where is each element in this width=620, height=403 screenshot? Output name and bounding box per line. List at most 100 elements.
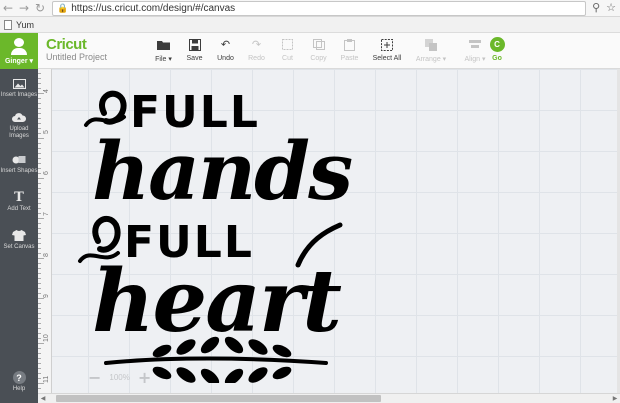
ruler-tick (38, 358, 41, 359)
ruler-tick (38, 133, 41, 134)
app-header: Ginger ▾ Cricut Untitled Project File ▾ … (0, 33, 620, 69)
ruler-tick (38, 348, 41, 349)
ruler-tick (38, 83, 41, 84)
sidebar-item-insert-shapes[interactable]: Insert Shapes (0, 145, 38, 183)
ruler-tick (38, 248, 41, 249)
ruler-tick (38, 273, 41, 274)
ruler-tick (38, 288, 41, 289)
swash-1 (84, 90, 127, 127)
select-all-button[interactable]: Select All (365, 35, 409, 67)
ruler-tick (38, 368, 41, 369)
vertical-ruler: 4 5 6 7 8 9 10 11 (38, 69, 52, 395)
user-menu-button[interactable]: Ginger ▾ (0, 33, 38, 69)
zoom-controls: − 100% + (88, 368, 151, 387)
ruler-tick (38, 173, 41, 174)
redo-arrow-icon: ↷ (251, 38, 262, 51)
ruler-tick (38, 223, 41, 224)
scrollbar-thumb[interactable] (56, 395, 381, 402)
brand: Cricut Untitled Project (46, 36, 107, 62)
ruler-tick (38, 318, 41, 319)
ruler-tick (38, 383, 44, 384)
browser-address-bar: ← → ↻ 🔒 https://us.cricut.com/design/#/c… (0, 0, 620, 17)
select-all-icon (380, 38, 394, 51)
ruler-tick (38, 373, 41, 374)
arrange-menu-button[interactable]: Arrange ▾ (409, 35, 453, 67)
cloud-upload-icon (12, 112, 26, 124)
line-heart: heart (92, 251, 341, 352)
key-icon[interactable]: ⚲ (592, 1, 600, 14)
bookmarks-bar: Yum (0, 17, 620, 33)
ruler-tick (38, 123, 41, 124)
ruler-tick (38, 353, 41, 354)
ruler-tick (38, 168, 41, 169)
ruler-tick (38, 98, 41, 99)
sidebar-item-insert-images[interactable]: Insert Images (0, 69, 38, 107)
project-name[interactable]: Untitled Project (46, 52, 107, 62)
ruler-tick (38, 333, 41, 334)
bookmark-yum[interactable]: Yum (16, 20, 34, 30)
help-icon: ? (12, 371, 26, 384)
undo-button[interactable]: ↶ Undo (210, 35, 241, 67)
design-canvas[interactable]: FULL hands FULL heart (52, 69, 620, 393)
ruler-mark-11: 11 (43, 375, 50, 383)
hand-lettered-artwork[interactable]: FULL hands FULL heart (76, 81, 376, 383)
ruler-tick (38, 243, 41, 244)
ruler-tick (38, 253, 41, 254)
go-button[interactable]: C Go (480, 35, 514, 67)
star-icon[interactable]: ☆ (606, 1, 616, 14)
copy-button[interactable]: Copy (303, 35, 334, 67)
cut-button[interactable]: Cut (272, 35, 303, 67)
ruler-tick (38, 343, 44, 344)
horizontal-scrollbar[interactable]: ◀ ▶ (38, 393, 620, 403)
url-input[interactable]: 🔒 https://us.cricut.com/design/#/canvas (52, 1, 586, 16)
user-avatar-icon (14, 37, 24, 47)
ruler-mark-6: 6 (43, 171, 50, 175)
paste-icon (343, 38, 357, 51)
forward-arrow-icon[interactable]: → (16, 0, 32, 16)
left-sidebar: Insert Images Upload Images Insert Shape… (0, 69, 38, 403)
shapes-icon (12, 154, 26, 166)
ruler-tick (38, 228, 41, 229)
sidebar-item-help[interactable]: ? Help (0, 371, 38, 401)
ruler-tick (38, 328, 41, 329)
ruler-tick (38, 93, 44, 94)
zoom-in-button[interactable]: + (138, 368, 151, 387)
sidebar-item-set-canvas[interactable]: Set Canvas (0, 221, 38, 259)
user-name: Ginger ▾ (4, 57, 34, 65)
ruler-tick (38, 208, 41, 209)
ruler-tick (38, 78, 41, 79)
cut-icon (281, 38, 295, 51)
ruler-tick (38, 313, 41, 314)
file-menu-button[interactable]: File ▾ (148, 35, 179, 67)
ruler-tick (38, 193, 41, 194)
main-toolbar: File ▾ Save ↶ Undo ↷ Redo Cut Copy Paste… (148, 35, 497, 67)
ruler-mark-9: 9 (43, 294, 50, 298)
zoom-out-button[interactable]: − (88, 368, 101, 387)
redo-button[interactable]: ↷ Redo (241, 35, 272, 67)
undo-arrow-icon: ↶ (220, 38, 231, 51)
ruler-tick (38, 163, 41, 164)
lock-icon: 🔒 (57, 3, 69, 14)
save-button[interactable]: Save (179, 35, 210, 67)
ruler-tick (38, 128, 41, 129)
ruler-tick (38, 278, 41, 279)
page-icon (4, 19, 12, 30)
ruler-tick (38, 103, 41, 104)
ruler-mark-7: 7 (43, 212, 50, 216)
ruler-tick (38, 148, 41, 149)
ruler-tick (38, 238, 41, 239)
ruler-tick (38, 198, 41, 199)
scroll-left-icon[interactable]: ◀ (38, 394, 48, 403)
paste-button[interactable]: Paste (334, 35, 365, 67)
image-icon (12, 78, 26, 90)
sidebar-item-add-text[interactable]: T Add Text (0, 183, 38, 221)
ruler-tick (38, 118, 41, 119)
reload-icon[interactable]: ↻ (32, 0, 48, 16)
sidebar-item-upload-images[interactable]: Upload Images (0, 107, 38, 145)
ruler-mark-10: 10 (43, 334, 50, 342)
go-icon: C (489, 37, 505, 52)
ruler-tick (38, 298, 44, 299)
scroll-right-icon[interactable]: ▶ (610, 394, 620, 403)
back-arrow-icon[interactable]: ← (0, 0, 16, 16)
ruler-tick (38, 308, 41, 309)
